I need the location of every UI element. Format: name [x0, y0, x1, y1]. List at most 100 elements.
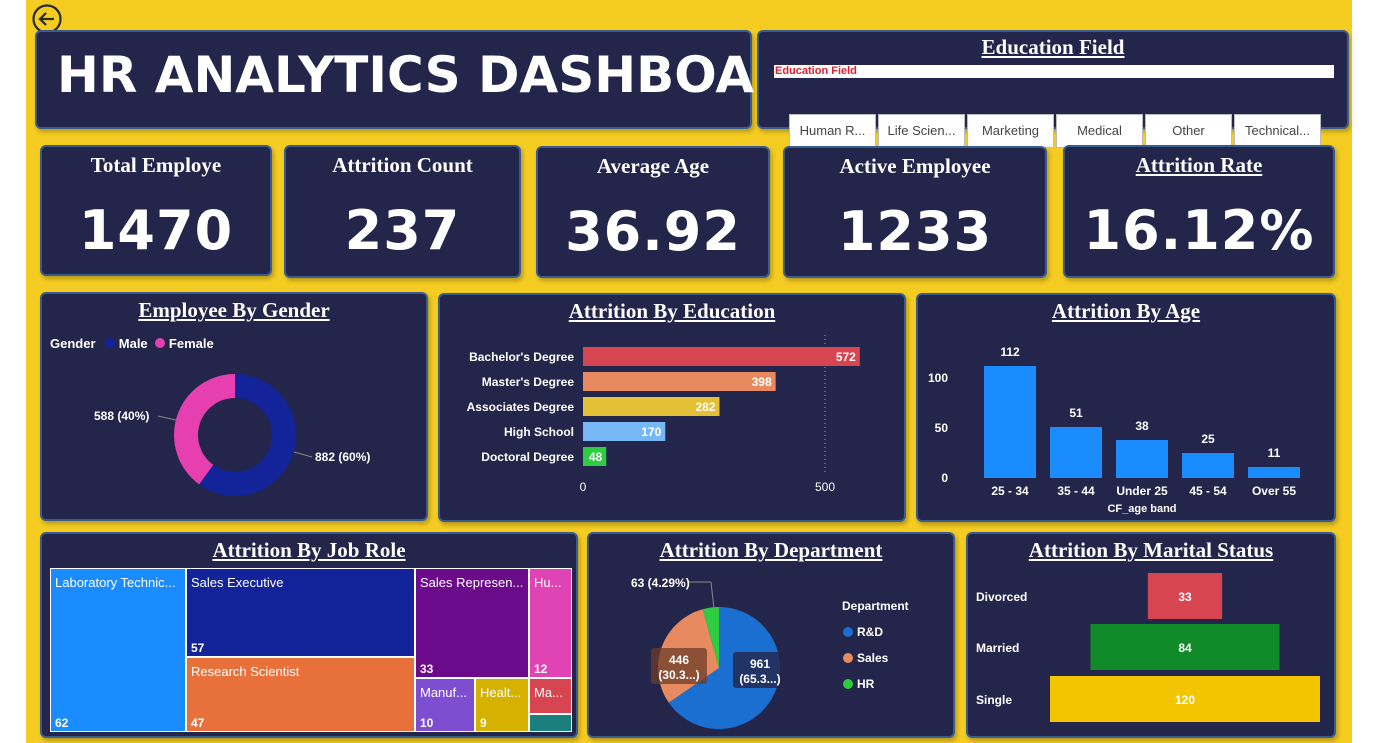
treemap-tile[interactable]	[529, 714, 572, 732]
gender-legend: Gender Male Female	[50, 336, 214, 351]
treemap-tile[interactable]: Healt... 9	[475, 678, 529, 732]
slicer-option[interactable]: Marketing	[967, 114, 1054, 148]
data-label: 170	[641, 425, 661, 439]
department-pie-chart: 961(65.3...) 446(30.3...) 63 (4.29%) Depart…	[631, 576, 909, 729]
slicer-option[interactable]: Other	[1145, 114, 1232, 148]
treemap-tile[interactable]: Sales Executive 57	[186, 568, 415, 657]
chart-title: Attrition By Marital Status	[1028, 538, 1274, 562]
department-chart-panel: Attrition By Department 961 (65.3...) 446(…	[587, 532, 955, 738]
legend-item: HR	[857, 677, 875, 691]
data-label: 572	[836, 350, 856, 364]
title-panel: HR ANALYTICS DASHBOARD	[35, 30, 834, 129]
marital-chart-panel: Attrition By Marital Status Divorced 33 Ma…	[966, 532, 1336, 738]
chart-title: Attrition By Age	[1051, 299, 1201, 323]
age-chart-panel: Attrition By Age 0 50 100 112 25 - 34 51 35 - …	[916, 293, 1336, 522]
slicer-option[interactable]: Human R...	[789, 114, 876, 148]
legend-dot	[843, 653, 853, 663]
tile-name: Sales Represen...	[420, 575, 524, 590]
kpi-title: Attrition Rate	[1135, 153, 1263, 177]
data-label-female: 588 (40%)	[94, 409, 149, 423]
kpi-attrition-rate: Attrition Rate 16.12%	[1063, 145, 1335, 278]
education-bar-chart: 0 500 Bachelor's Degree 572 Master's Degree 3…	[467, 335, 860, 494]
education-chart-panel: Attrition By Education 0 500 Bachelor's De…	[438, 293, 906, 522]
tile-value: 12	[534, 662, 548, 676]
category-label: Doctoral Degree	[481, 450, 574, 464]
legend-dot	[843, 679, 853, 689]
data-label: 63 (4.29%)	[631, 576, 690, 590]
slicer-option[interactable]: Technical...	[1234, 114, 1321, 148]
data-label: 446	[669, 653, 689, 667]
tile-value: 47	[191, 716, 205, 730]
tile-value: 33	[420, 662, 434, 676]
legend-dot-male	[105, 338, 116, 348]
data-label: (30.3...)	[658, 668, 699, 682]
kpi-average-age: Average Age 36.92	[536, 146, 770, 278]
category-label: 25 - 34	[991, 484, 1029, 498]
y-tick-label: 0	[941, 471, 948, 485]
column[interactable]	[1050, 427, 1102, 478]
category-label: Married	[976, 641, 1019, 655]
legend-dot-female	[155, 338, 166, 348]
x-axis-title: CF_age band	[1107, 503, 1176, 515]
category-label: Divorced	[976, 590, 1027, 604]
bar[interactable]	[583, 347, 860, 366]
category-label: 45 - 54	[1189, 484, 1227, 498]
slicer-option[interactable]: Medical	[1056, 114, 1143, 148]
tile-name: Research Scientist	[191, 664, 300, 679]
tile-value: 10	[420, 716, 434, 730]
category-label: Master's Degree	[482, 375, 575, 389]
treemap-tile[interactable]: Manuf... 10	[415, 678, 475, 732]
education-field-slicer: Education Field Education Field Human R.…	[757, 30, 1349, 148]
bar[interactable]	[583, 372, 776, 391]
kpi-title: Total Employe	[90, 153, 222, 177]
data-label: 11	[1268, 446, 1281, 460]
tile-name: Sales Executive	[191, 575, 284, 590]
y-tick-label: 100	[928, 371, 948, 385]
legend-item: Sales	[857, 651, 889, 665]
leader-line	[157, 415, 177, 421]
kpi-total-employee: Total Employe 1470	[40, 145, 272, 276]
column[interactable]	[1116, 440, 1168, 478]
tile-value: 57	[191, 641, 205, 655]
data-label: 112	[1000, 345, 1020, 359]
gender-donut-chart: 882 (60%) 588 (40%)	[94, 374, 370, 496]
kpi-title: Average Age	[596, 154, 710, 178]
gender-chart-panel: Employee By Gender Gender Male Female 88…	[40, 292, 428, 521]
dashboard-title: HR ANALYTICS DASHBOARD	[57, 46, 835, 104]
data-label: 282	[695, 400, 715, 414]
tile-name: Healt...	[480, 685, 522, 700]
chart-title: Employee By Gender	[138, 298, 330, 322]
treemap-tile[interactable]: Laboratory Technic... 62	[50, 568, 186, 732]
chart-title: Attrition By Department	[659, 538, 883, 562]
slicer-option[interactable]: Life Scien...	[878, 114, 965, 148]
age-column-chart: 0 50 100 112 25 - 34 51 35 - 44 38 Under 25 25 45 …	[928, 345, 1300, 515]
data-label-male: 882 (60%)	[315, 450, 370, 464]
chart-title: Attrition By Education	[568, 299, 776, 323]
kpi-attrition-count: Attrition Count 237	[284, 145, 521, 278]
treemap-tile[interactable]: Ma...	[529, 678, 572, 714]
category-label: Bachelor's Degree	[469, 350, 574, 364]
column[interactable]	[984, 366, 1036, 478]
column[interactable]	[1248, 467, 1300, 478]
category-label: 35 - 44	[1057, 484, 1095, 498]
kpi-value: 1470	[78, 199, 234, 262]
category-label: Associates Degree	[467, 400, 575, 414]
column[interactable]	[1182, 453, 1234, 478]
tile-value: 9	[480, 716, 487, 730]
slicer-field-bar: Education Field	[774, 65, 1334, 78]
donut-slice-female[interactable]	[174, 374, 235, 485]
treemap-tile[interactable]: Hu... 12	[529, 568, 572, 678]
data-label: 120	[1175, 693, 1195, 707]
jobrole-chart-panel: Attrition By Job Role Laboratory Technic…	[40, 532, 578, 738]
kpi-value: 16.12%	[1083, 199, 1315, 262]
legend-dot	[843, 627, 853, 637]
data-label: 398	[752, 375, 772, 389]
category-label: High School	[504, 425, 574, 439]
kpi-title: Attrition Count	[332, 153, 473, 177]
data-label: 25	[1201, 432, 1215, 446]
treemap-tile[interactable]: Research Scientist 47	[186, 657, 415, 732]
kpi-value: 36.92	[565, 200, 741, 263]
treemap-tile[interactable]: Sales Represen... 33	[415, 568, 529, 678]
category-label: Over 55	[1252, 484, 1296, 498]
marital-funnel-chart: Divorced 33 Married 84 Single 120	[976, 573, 1320, 722]
